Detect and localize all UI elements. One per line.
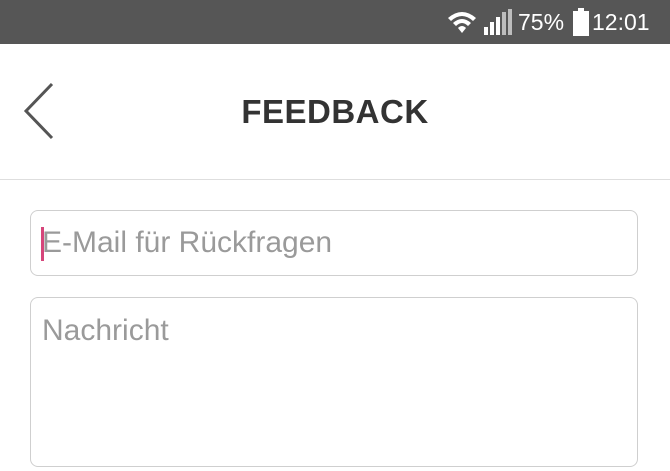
email-field-container[interactable] <box>30 210 638 276</box>
text-cursor <box>41 227 44 261</box>
app-header: FEEDBACK <box>0 44 670 180</box>
battery-percentage: 75% <box>518 9 565 35</box>
battery-icon <box>573 8 589 36</box>
page-title: FEEDBACK <box>241 93 429 130</box>
email-input[interactable] <box>31 211 637 275</box>
status-clock: 12:01 <box>592 9 650 35</box>
wifi-icon <box>448 12 476 33</box>
message-field-container[interactable] <box>30 297 638 467</box>
status-bar: 75% 12:01 <box>0 0 670 44</box>
message-textarea[interactable] <box>31 298 637 466</box>
signal-icon <box>484 9 512 35</box>
